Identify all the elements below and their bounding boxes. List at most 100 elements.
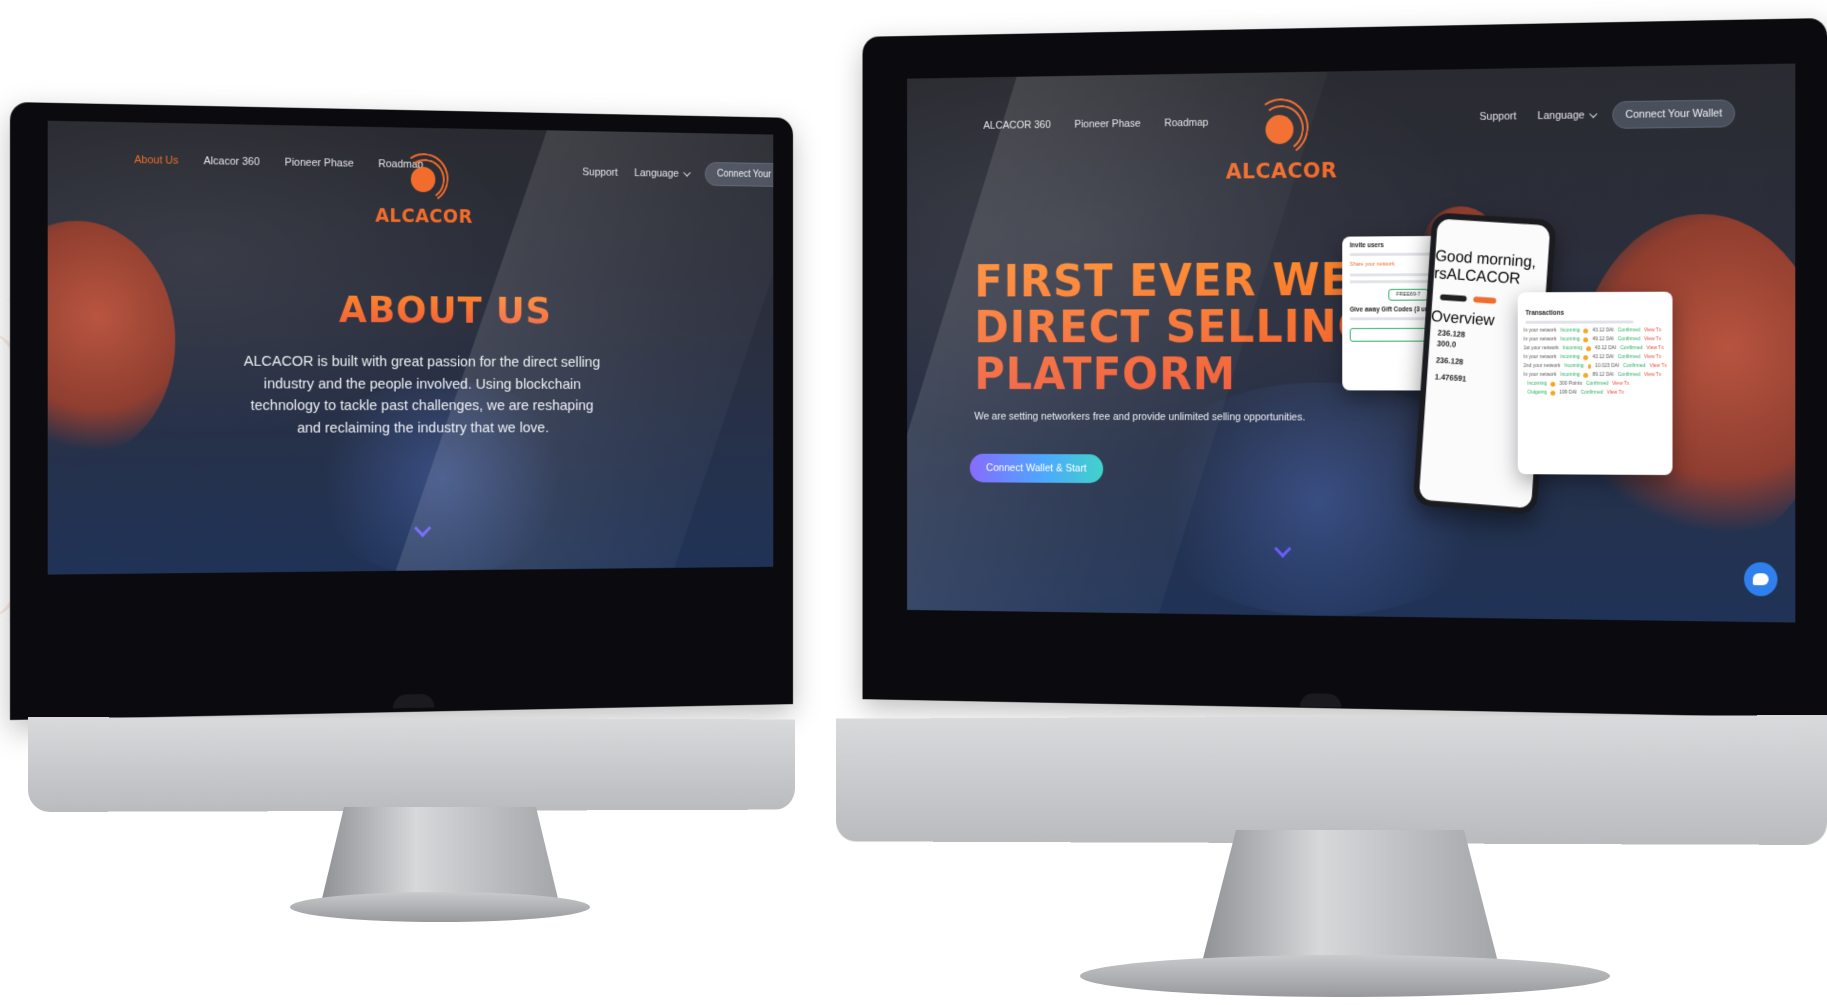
tx-view-link[interactable]: View Tx	[1644, 336, 1661, 342]
transaction-row: In your network Incoming 43.12 DAI Confirme…	[1524, 327, 1667, 333]
connect-wallet-button[interactable]: Connect Your Walle	[705, 161, 774, 188]
nav-support[interactable]: Support	[582, 166, 617, 178]
tx-type: Incoming	[1560, 336, 1580, 343]
home-hero-screen: ALCACOR 360 Pioneer Phase Roadmap Suppor…	[907, 63, 1796, 623]
tx-status: Confirmed	[1617, 327, 1641, 334]
about-us-screen: About Us Alcacor 360 Pioneer Phase Roadm…	[47, 120, 774, 575]
alcacor-logo-icon	[1248, 94, 1313, 161]
nav-roadmap[interactable]: Roadmap	[1164, 117, 1208, 129]
chevron-down-icon	[1589, 109, 1598, 119]
transaction-row: 1st your network Incoming 43.12 DAI Confirm…	[1524, 345, 1667, 351]
nav-support[interactable]: Support	[1480, 111, 1517, 123]
right-nav-secondary: Support Language Connect Your Wallet	[1480, 99, 1735, 130]
coin-icon	[1583, 354, 1589, 360]
tx-type: Incoming	[1562, 345, 1583, 352]
language-label: Language	[634, 166, 679, 180]
transaction-row: 2nd your network Incoming 10.023 DAI Confir…	[1524, 363, 1667, 369]
tx-amount: 49.12 DAI	[1592, 336, 1614, 343]
about-us-heading: ABOUT US	[338, 287, 552, 332]
tx-who: 1st your network	[1523, 345, 1559, 352]
transaction-row: Outgoing 199 DAI Confirmed View Tx	[1524, 390, 1667, 396]
coin-icon	[1550, 381, 1556, 387]
right-nav-primary: ALCACOR 360 Pioneer Phase Roadmap	[983, 117, 1232, 132]
right-monitor: ALCACOR 360 Pioneer Phase Roadmap Suppor…	[770, 0, 1827, 1005]
about-us-paragraph: ALCACOR is built with great passion for …	[243, 352, 601, 437]
tx-amount: 43.12 DAI	[1594, 345, 1617, 352]
tx-view-link[interactable]: View Tx	[1644, 372, 1661, 378]
tx-type: Incoming	[1560, 327, 1580, 334]
alcacor-logo-icon	[395, 148, 453, 209]
tx-view-link[interactable]: View Tx	[1647, 345, 1664, 351]
left-nav-secondary: Support Language Connect Your Walle	[582, 160, 774, 188]
connect-wallet-button[interactable]: Connect Your Wallet	[1612, 99, 1735, 129]
tx-type: Outgoing	[1527, 389, 1547, 396]
camera-notch	[1300, 693, 1342, 708]
transactions-list: In your network Incoming 43.12 DAI Confirme…	[1518, 327, 1673, 395]
left-monitor: About Us Alcacor 360 Pioneer Phase Roadm…	[10, 102, 840, 922]
tx-status: Confirmed	[1580, 389, 1603, 396]
tx-amount: 10.023 DAI	[1595, 363, 1620, 369]
connect-wallet-start-button[interactable]: Connect Wallet & Start	[969, 453, 1104, 484]
tx-status: Confirmed	[1617, 371, 1641, 378]
right-monitor-chin	[835, 715, 1827, 845]
transactions-card: Transactions In your network Incoming 43.1…	[1517, 291, 1673, 476]
left-monitor-chin	[28, 717, 795, 812]
language-select[interactable]: Language	[634, 166, 692, 180]
tx-type: Incoming	[1560, 354, 1580, 361]
coin-icon	[1583, 328, 1589, 333]
tx-who: In your network	[1523, 336, 1557, 343]
transaction-row: Incoming 300 Points Confirmed View Tx	[1524, 381, 1667, 387]
language-label: Language	[1537, 109, 1585, 123]
tx-view-link[interactable]: View Tx	[1650, 363, 1667, 369]
nav-about-us[interactable]: About Us	[134, 154, 178, 167]
alcacor-logo[interactable]: ALCACOR	[367, 148, 480, 228]
logo-wordmark: ALCACOR	[1225, 158, 1338, 185]
left-monitor-foot	[290, 892, 590, 922]
right-monitor-stand	[1200, 830, 1500, 970]
tx-who: 2nd your network	[1523, 363, 1561, 369]
tx-status: Confirmed	[1617, 354, 1641, 361]
tx-status: Confirmed	[1586, 380, 1609, 387]
transaction-row: In your network Incoming 43.12 DAI Confirme…	[1524, 354, 1667, 360]
tx-status: Confirmed	[1617, 336, 1641, 343]
chevron-down-icon	[683, 168, 692, 177]
tx-amount: 89.12 DAI	[1592, 371, 1614, 378]
tx-view-link[interactable]: View Tx	[1612, 381, 1629, 387]
coin-icon	[1587, 363, 1592, 369]
alcacor-logo[interactable]: ALCACOR	[1221, 94, 1342, 185]
tx-status: Confirmed	[1620, 345, 1643, 352]
mockup-stage: About Us Alcacor 360 Pioneer Phase Roadm…	[0, 0, 1827, 1005]
chat-support-icon[interactable]	[1744, 562, 1778, 597]
tx-type: Incoming	[1527, 380, 1547, 387]
tx-amount: 300 Points	[1559, 380, 1583, 387]
coin-icon	[1586, 345, 1591, 351]
decorative-orb	[47, 219, 176, 461]
greeting-text: Good morning, rsALCACOR	[1433, 247, 1537, 288]
language-select[interactable]: Language	[1537, 109, 1598, 123]
tx-type: Incoming	[1564, 363, 1584, 369]
tx-who: In your network	[1523, 371, 1557, 378]
tx-view-link[interactable]: View Tx	[1607, 390, 1624, 396]
nav-alcacor-360[interactable]: Alcacor 360	[204, 155, 260, 168]
invite-code[interactable]: FREE69-7	[1388, 288, 1429, 301]
nav-pioneer-phase[interactable]: Pioneer Phase	[1074, 118, 1140, 130]
transactions-title: Transactions	[1525, 309, 1565, 317]
tx-amount: 43.12 DAI	[1592, 327, 1614, 334]
tx-view-link[interactable]: View Tx	[1644, 327, 1661, 333]
tx-view-link[interactable]: View Tx	[1644, 354, 1661, 360]
transaction-row: In your network Incoming 89.12 DAI Confirme…	[1524, 372, 1667, 378]
tx-who: In your network	[1523, 327, 1557, 334]
left-monitor-bezel: About Us Alcacor 360 Pioneer Phase Roadm…	[10, 102, 793, 720]
tx-type: Incoming	[1560, 371, 1580, 378]
tx-status: Confirmed	[1623, 363, 1646, 369]
right-monitor-bezel: ALCACOR 360 Pioneer Phase Roadmap Suppor…	[862, 18, 1827, 718]
tx-amount: 43.12 DAI	[1592, 354, 1614, 361]
nav-pioneer-phase[interactable]: Pioneer Phase	[285, 157, 354, 170]
camera-notch	[392, 693, 435, 709]
tx-who: In your network	[1523, 354, 1557, 361]
hero-subtitle: We are setting networkers free and provi…	[974, 410, 1306, 424]
nav-alcacor-360[interactable]: ALCACOR 360	[983, 119, 1050, 131]
tx-amount: 199 DAI	[1559, 389, 1577, 396]
transaction-row: In your network Incoming 49.12 DAI Confirme…	[1524, 336, 1667, 342]
coin-icon	[1583, 372, 1589, 378]
